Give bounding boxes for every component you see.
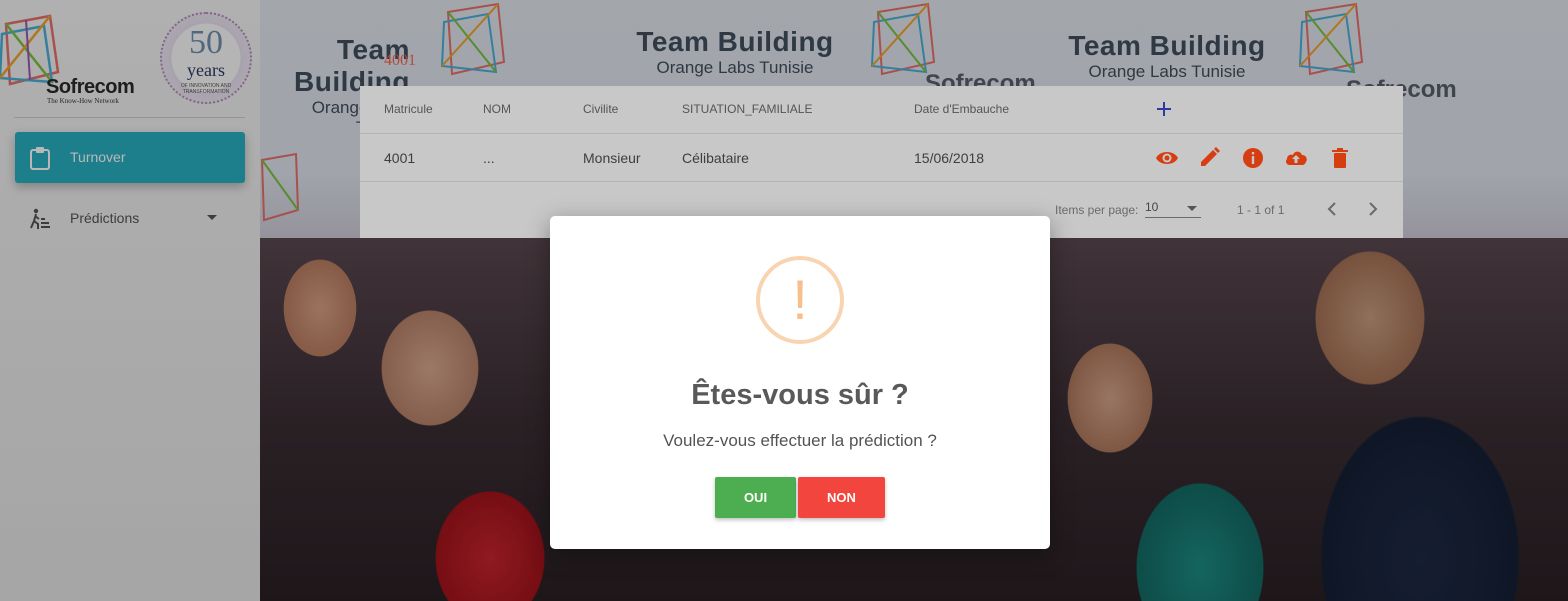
items-per-page-select[interactable]: 10 xyxy=(1145,198,1201,218)
row-divider xyxy=(360,181,1403,182)
items-per-page-value: 10 xyxy=(1145,200,1159,214)
pencil-icon[interactable] xyxy=(1198,147,1222,169)
cell-situation: Célibataire xyxy=(682,150,749,166)
column-header: SITUATION_FAMILIALE xyxy=(682,102,813,116)
cloud-upload-icon[interactable] xyxy=(1284,147,1308,169)
items-per-page-label: Items per page: xyxy=(1055,203,1139,217)
chevron-down-icon xyxy=(1187,206,1197,211)
chevron-right-icon[interactable] xyxy=(1366,200,1380,218)
column-header: Civilite xyxy=(583,102,619,116)
cell-nom: ... xyxy=(483,150,495,166)
cancel-button[interactable]: NON xyxy=(798,477,885,518)
info-icon[interactable] xyxy=(1241,147,1265,169)
column-header: Matricule xyxy=(384,102,433,116)
selected-matricule: 4001 xyxy=(384,52,416,69)
plus-icon xyxy=(1157,102,1171,116)
chevron-left-icon[interactable] xyxy=(1325,200,1339,218)
add-row-button[interactable] xyxy=(1156,98,1172,122)
trash-icon[interactable] xyxy=(1328,147,1352,169)
page-range: 1 - 1 of 1 xyxy=(1237,203,1285,217)
column-header: NOM xyxy=(483,102,511,116)
cell-matricule: 4001 xyxy=(384,150,416,166)
eye-icon[interactable] xyxy=(1155,147,1179,169)
column-header: Date d'Embauche xyxy=(914,102,1010,116)
confirm-button[interactable]: OUI xyxy=(715,477,796,518)
cell-civilite: Monsieur xyxy=(583,150,641,166)
exclamation-icon: ! xyxy=(792,268,808,331)
cell-date-embauche: 15/06/2018 xyxy=(914,150,985,166)
warning-icon: ! xyxy=(756,256,844,344)
header-divider xyxy=(360,133,1403,134)
dialog-title: Êtes-vous sûr ? xyxy=(691,379,909,411)
confirmation-dialog: ! Êtes-vous sûr ? Voulez-vous effectuer … xyxy=(550,216,1050,549)
dialog-message: Voulez-vous effectuer la prédiction ? xyxy=(663,431,937,450)
